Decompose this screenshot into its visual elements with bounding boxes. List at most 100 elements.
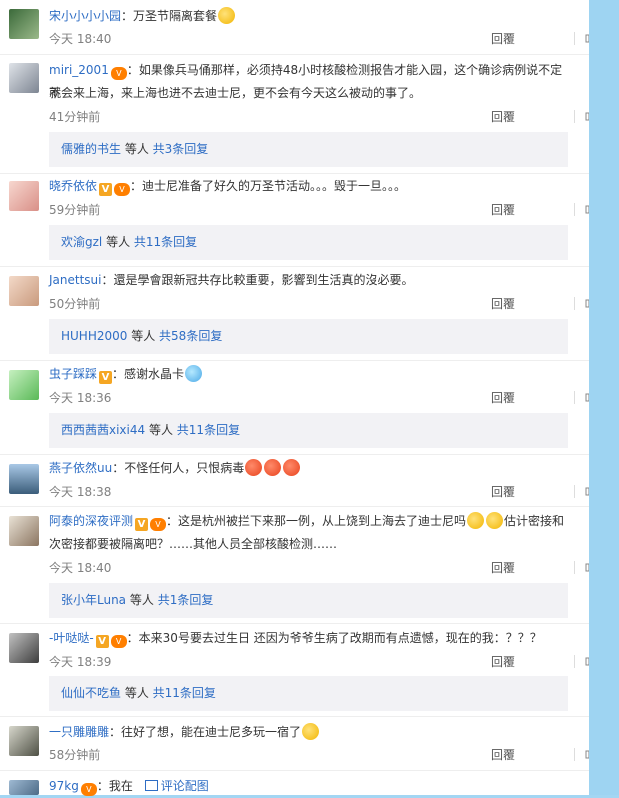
comment-time: 今天 18:36 [49,391,112,405]
image-comment-link[interactable]: 评论配图 [144,779,209,793]
avatar[interactable] [9,726,39,756]
divider [0,173,589,174]
reply-button[interactable]: 回覆 [491,483,515,500]
verified-badge-icon: V [99,183,113,196]
avatar[interactable] [9,9,39,39]
divider [574,110,575,123]
divider [574,485,575,498]
comment-time: 41分钟前 [49,110,101,124]
reply-button[interactable]: 回覆 [491,559,515,576]
sub-reply-count-link[interactable]: 共58条回复 [159,329,222,343]
avatar[interactable] [9,780,39,795]
comment-panel: 宋小小小小园：万圣节隔离套餐 今天 18:40 回覆 79 miri_2001V… [0,0,619,796]
avatar[interactable] [9,464,39,494]
divider [0,506,589,507]
divider [574,297,575,310]
reply-button[interactable]: 回覆 [491,201,515,218]
angry-emoji-icon [264,459,282,476]
avatar[interactable] [9,370,39,400]
reply-button[interactable]: 回覆 [491,108,515,125]
avatar[interactable] [9,63,39,93]
sub-reply-user[interactable]: 仙仙不吃鱼 [61,686,121,700]
commenter-name[interactable]: 一只雕雕雕 [49,725,109,739]
comment-time: 今天 18:39 [49,655,112,669]
sub-reply-count-link[interactable]: 共11条回复 [134,235,197,249]
comment-time: 今天 18:38 [49,485,112,499]
sub-reply-user[interactable]: 儒雅的书生 [61,142,121,156]
angry-emoji-icon [245,459,263,476]
crying-emoji-icon [185,365,203,382]
comment-text-end: 估计密接和 [504,514,565,528]
commenter-name[interactable]: 宋小小小小园 [49,9,121,23]
image-icon [144,780,158,791]
commenter-name[interactable]: 燕子依然uu [49,461,112,475]
divider [574,32,575,45]
comment-text: ：感谢水晶卡 [112,367,185,381]
reply-button[interactable]: 回覆 [491,30,515,47]
comment-text: ：不怪任何人，只恨病毒 [112,461,245,475]
vip-badge-icon: V [80,783,97,796]
sub-replies[interactable]: 欢渝gzl 等人 共11条回复 [49,225,568,260]
avatar[interactable] [9,181,39,211]
sub-replies[interactable]: HUHH2000 等人 共58条回复 [49,319,568,354]
sub-reply-user[interactable]: HUHH2000 [61,329,127,343]
divider [0,716,589,717]
avatar[interactable] [9,276,39,306]
commenter-name[interactable]: 虫子踩踩 [49,367,97,381]
divider [0,266,589,267]
commenter-name[interactable]: Janettsui [49,273,101,287]
divider [0,623,589,624]
sub-replies[interactable]: 西西茜茜xixi44 等人 共11条回复 [49,413,568,448]
verified-badge-icon: V [135,518,149,531]
comment-time: 50分钟前 [49,297,101,311]
divider [574,391,575,404]
commenter-name[interactable]: miri_2001 [49,63,109,77]
divider [574,203,575,216]
sub-replies[interactable]: 仙仙不吃鱼 等人 共11条回复 [49,676,568,711]
smile-emoji-icon [218,7,236,24]
sub-reply-count-link[interactable]: 共11条回复 [153,686,216,700]
cat-emoji-icon [302,723,320,740]
comment-text: ：万圣节隔离套餐 [121,9,218,23]
sub-reply-count-link[interactable]: 共3条回复 [153,142,209,156]
avatar[interactable] [9,633,39,663]
laughing-emoji-icon [486,512,504,529]
reply-button[interactable]: 回覆 [491,295,515,312]
comment-text: ：我在 [96,779,133,793]
vip-badge-icon: V [110,67,127,80]
divider [574,748,575,761]
divider [0,454,589,455]
comment-time: 59分钟前 [49,203,101,217]
reply-button[interactable]: 回覆 [491,389,515,406]
comment-text: ：還是學會跟新冠共存比較重要，影響到生活真的沒必要。 [101,273,414,287]
sub-reply-count-link[interactable]: 共1条回复 [158,593,214,607]
vip-badge-icon: V [150,518,167,531]
avatar[interactable] [9,516,39,546]
commenter-name[interactable]: 晓乔依依 [49,179,97,193]
commenter-name[interactable]: -叶哒哒- [49,631,94,645]
commenter-name[interactable]: 阿泰的深夜评测 [49,514,133,528]
comment-text-continued: 次密接都要被隔离吧？……其他人员全部核酸检测…… [49,537,338,551]
comment-text: ：迪士尼准备了好久的万圣节活动。。。毁于一旦。。。 [130,179,407,193]
sub-replies[interactable]: 儒雅的书生 等人 共3条回复 [49,132,568,167]
sub-reply-user[interactable]: 西西茜茜xixi44 [61,423,145,437]
comment-time: 58分钟前 [49,748,101,762]
comment-time: 今天 18:40 [49,561,112,575]
laughing-emoji-icon [467,512,485,529]
comment-text: ：本来30号要去过生日 还因为爷爷生病了改期而有点遗憾，现在的我：？？？ [126,631,542,645]
sub-reply-user[interactable]: 欢渝gzl [61,235,102,249]
sub-reply-count-link[interactable]: 共11条回复 [177,423,240,437]
sub-reply-user[interactable]: 张小年Luna [61,593,126,607]
verified-badge-icon: V [95,635,109,648]
comment-text: ：往好了想，能在迪士尼多玩一宿了 [109,725,302,739]
divider [0,770,589,771]
page-background-edge [589,0,619,795]
commenter-name[interactable]: 97kg [49,779,79,793]
divider [0,54,589,55]
comment-text: ：这是杭州被拦下来那一例，从上饶到上海去了迪士尼吗 [166,514,467,528]
angry-emoji-icon [283,459,301,476]
reply-button[interactable]: 回覆 [491,746,515,763]
sub-replies[interactable]: 张小年Luna 等人 共1条回复 [49,583,568,618]
divider [574,655,575,668]
reply-button[interactable]: 回覆 [491,653,515,670]
